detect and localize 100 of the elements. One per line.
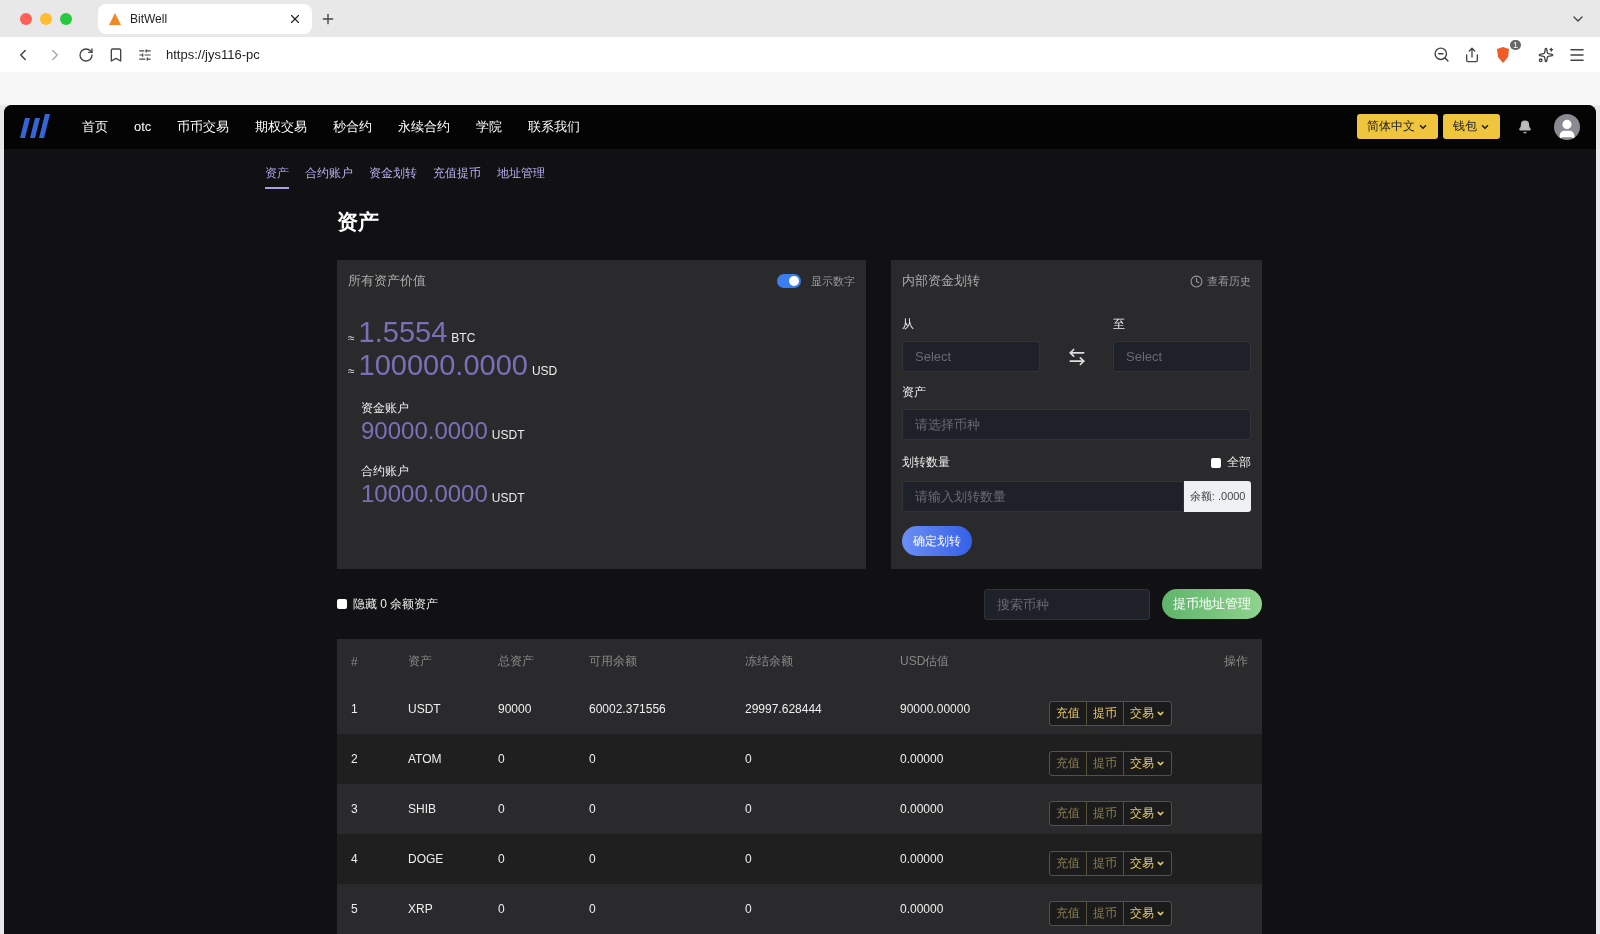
sub-tab[interactable]: 合约账户 xyxy=(305,164,353,189)
column-header: 冻结余额 xyxy=(745,653,794,670)
nav-link[interactable]: 永续合约 xyxy=(398,117,451,136)
table-cell-text: 29997.628444 xyxy=(745,702,823,716)
trade-dropdown[interactable]: 交易 xyxy=(1123,700,1172,726)
bell-icon[interactable] xyxy=(1518,119,1532,134)
triangle-logo-icon xyxy=(108,11,122,26)
trade-dropdown[interactable]: 交易 xyxy=(1123,900,1172,926)
account-value: 10000.0000 xyxy=(361,480,488,508)
toggle-label: 显示数字 xyxy=(811,273,855,289)
table-cell-text: 0 xyxy=(498,852,506,866)
unit-label: BTC xyxy=(451,331,476,345)
nav-link[interactable]: 秒合约 xyxy=(333,117,373,136)
checkbox-label: 隐藏 0 余额资产 xyxy=(353,595,439,613)
toggle-switch[interactable] xyxy=(777,274,801,288)
table-cell-text: USDT xyxy=(408,702,442,716)
amount-field[interactable]: 请输入划转数量 xyxy=(902,481,1185,512)
table-cell-text: 0.00000 xyxy=(900,902,945,916)
to-label: 至 xyxy=(1113,316,1126,333)
nav-link[interactable]: 首页 xyxy=(82,117,108,136)
history-link[interactable]: 查看历史 xyxy=(1190,273,1251,289)
table-cell-text: 0 xyxy=(498,802,506,816)
balance-addon: 余额: .0000 xyxy=(1184,481,1251,512)
browser-tab[interactable]: BitWell xyxy=(98,3,312,34)
sub-tab[interactable]: 地址管理 xyxy=(497,164,545,189)
nav-link[interactable]: 期权交易 xyxy=(255,117,308,136)
zoom-out-icon[interactable] xyxy=(1433,46,1450,63)
table-cell-text: XRP xyxy=(408,902,434,916)
table-cell-text: 0 xyxy=(589,802,597,816)
trade-dropdown[interactable]: 交易 xyxy=(1123,750,1172,776)
column-header: 总资产 xyxy=(498,653,535,670)
account-label: 资金账户 xyxy=(361,400,410,417)
table-cell-text: 0 xyxy=(498,752,506,766)
table-cell-text: ATOM xyxy=(408,752,443,766)
table-cell-text: 0 xyxy=(745,902,753,916)
card-title: 内部资金划转 xyxy=(902,272,980,290)
table-cell-text: 0.00000 xyxy=(900,852,945,866)
clock-icon xyxy=(1190,274,1203,288)
to-select[interactable]: Select xyxy=(1113,341,1251,372)
nav-link[interactable]: 学院 xyxy=(476,117,503,136)
table-cell-text: 90000 xyxy=(498,702,533,716)
share-icon[interactable] xyxy=(1464,46,1480,63)
column-header: 可用余额 xyxy=(589,653,638,670)
nav-link[interactable]: 币币交易 xyxy=(177,117,230,136)
wallet-dropdown[interactable]: 钱包 xyxy=(1443,114,1500,140)
action-button[interactable]: 提币 xyxy=(1086,700,1124,726)
table-cell-text: DOGE xyxy=(408,852,445,866)
site-settings-icon[interactable] xyxy=(138,47,152,62)
column-header: 操作 xyxy=(1223,653,1248,670)
table-cell-text: 0 xyxy=(589,852,597,866)
table-cell-text: 0 xyxy=(589,902,597,916)
table-cell-text: 0.00000 xyxy=(900,752,945,766)
asset-select[interactable]: 请选择币种 xyxy=(902,409,1251,440)
table-cell-text: 2 xyxy=(351,752,359,766)
language-dropdown[interactable]: 简体中文 xyxy=(1357,114,1438,140)
from-select[interactable]: Select xyxy=(902,341,1040,372)
sparkle-icon[interactable] xyxy=(1538,46,1554,63)
unit-label: USD xyxy=(531,364,558,378)
nav-link[interactable]: otc xyxy=(134,119,152,135)
total-value: 100000.0000 xyxy=(358,349,528,382)
table-cell-text: 0 xyxy=(498,902,506,916)
account-value: 90000.0000 xyxy=(361,417,488,445)
table-cell-text: 0 xyxy=(745,802,753,816)
reload-icon[interactable] xyxy=(78,46,94,63)
table-cell-text: 5 xyxy=(351,902,359,916)
from-label: 从 xyxy=(902,316,915,333)
trade-dropdown[interactable]: 交易 xyxy=(1123,850,1172,876)
total-value: 1.5554 xyxy=(358,316,448,349)
table-cell-text: 4 xyxy=(351,852,359,866)
avatar[interactable] xyxy=(1554,113,1580,140)
approx-sign: ≈ xyxy=(348,364,355,378)
checkbox[interactable] xyxy=(1211,457,1221,468)
action-button[interactable]: 充值 xyxy=(1049,700,1087,726)
table-cell-text: 1 xyxy=(351,702,359,716)
url-text[interactable]: https://jys116-pc xyxy=(166,47,260,62)
checkbox[interactable] xyxy=(337,599,347,609)
asset-label: 资产 xyxy=(902,384,926,401)
search-field[interactable]: 搜索币种 xyxy=(984,588,1150,620)
notification-badge: 1 xyxy=(1510,39,1521,50)
table-cell-text: 60002.371556 xyxy=(589,702,667,716)
table-cell-text: 3 xyxy=(351,802,359,816)
column-header: 资产 xyxy=(408,653,433,670)
shield-icon[interactable] xyxy=(1494,45,1512,64)
table-cell-text: 0 xyxy=(589,752,597,766)
bookmark-icon[interactable] xyxy=(108,46,124,63)
column-header: USD估值 xyxy=(900,653,951,670)
card-title: 所有资产价值 xyxy=(348,272,426,290)
table-cell-text: 0 xyxy=(745,752,753,766)
trade-dropdown[interactable]: 交易 xyxy=(1123,800,1172,826)
table-cell-text: 90000.00000 xyxy=(900,702,972,716)
logo-icon[interactable] xyxy=(20,113,50,140)
amount-label: 划转数量 xyxy=(902,454,950,471)
nav-link[interactable]: 联系我们 xyxy=(528,117,581,136)
table-cell-text: 0 xyxy=(745,852,753,866)
unit-label: USDT xyxy=(491,428,525,442)
sub-tab[interactable]: 充值提币 xyxy=(433,164,481,189)
sub-tab[interactable]: 资金划转 xyxy=(369,164,417,189)
confirm-transfer-button[interactable]: 确定划转 xyxy=(902,526,972,556)
unit-label: USDT xyxy=(491,491,525,505)
sub-tab[interactable]: 资产 xyxy=(265,164,289,189)
